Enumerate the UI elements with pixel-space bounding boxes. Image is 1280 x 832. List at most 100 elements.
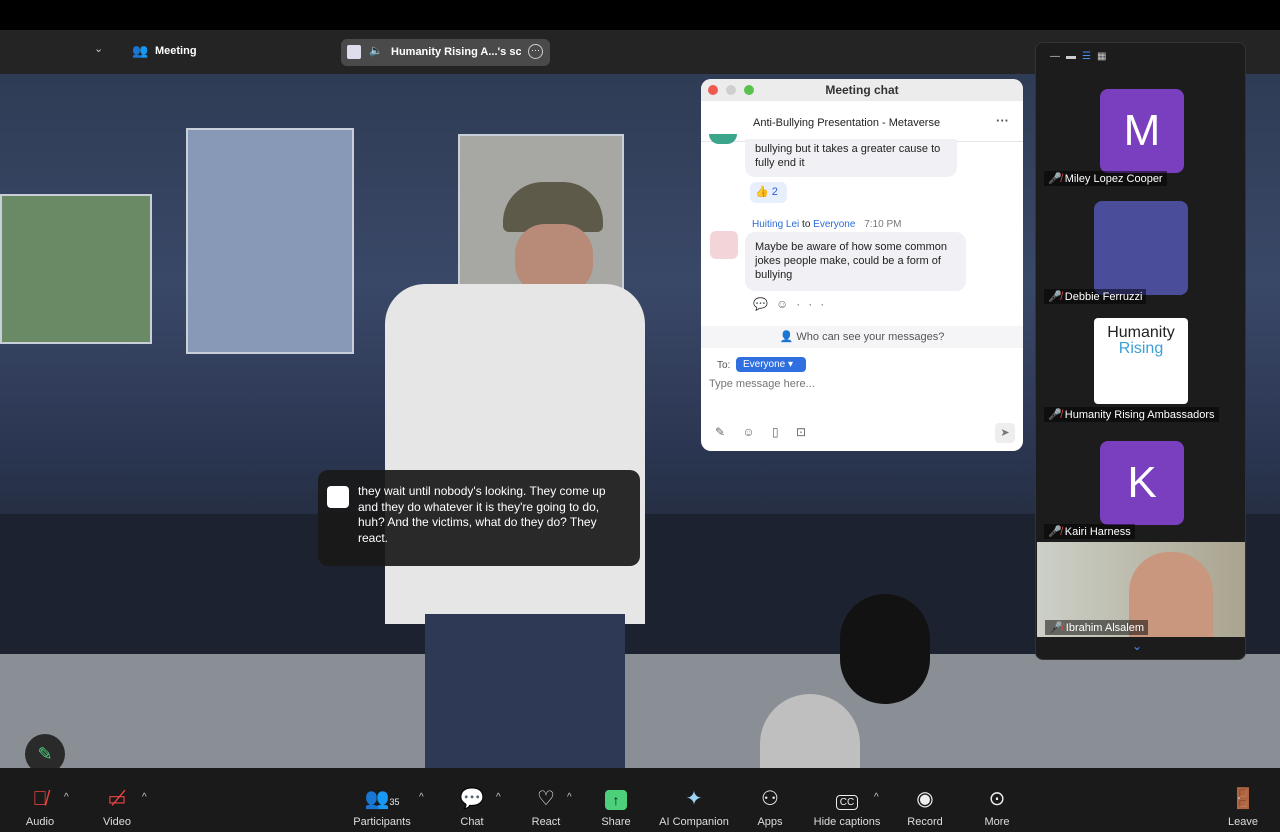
react-button[interactable]: ♡ React xyxy=(526,768,566,832)
gallery-view-icon[interactable]: ▦ xyxy=(1097,51,1112,62)
person-icon: 👤 xyxy=(779,331,794,343)
share-title: Humanity Rising A...'s scr xyxy=(391,46,521,58)
gallery-panel: —▬☰▦ M 🎤̸ Miley Lopez Cooper 🎤̸ Debbie F… xyxy=(1035,42,1246,660)
chat-icon: 💬 xyxy=(459,788,485,810)
screen-share-pill[interactable]: 🔈 Humanity Rising A...'s scr ··· xyxy=(341,39,550,66)
participants-options-caret[interactable]: ^ xyxy=(419,792,424,803)
chat-more-icon[interactable]: ··· xyxy=(996,113,1009,128)
participant-tile[interactable]: 🎤̸ Debbie Ferruzzi xyxy=(1036,200,1245,307)
emoji-icon[interactable]: ☺ xyxy=(742,425,754,439)
video-options-caret[interactable]: ^ xyxy=(142,792,147,803)
avatar: K xyxy=(1100,441,1184,525)
more-button[interactable]: ⊙ More xyxy=(977,768,1017,832)
file-icon[interactable]: ▯ xyxy=(772,425,779,439)
recipient-dropdown[interactable]: Everyone ▾ xyxy=(736,357,806,372)
video-button[interactable]: ▭̸ Video xyxy=(97,768,137,832)
caption-text: they wait until nobody's looking. They c… xyxy=(358,484,606,545)
leave-icon: 🚪 xyxy=(1230,788,1256,810)
record-button[interactable]: ◉ Record xyxy=(905,768,945,832)
muted-mic-icon: 🎙̸ xyxy=(32,788,48,810)
share-icon: ↑ xyxy=(596,783,636,815)
meeting-toolbar: 🎙̸ Audio ^ ▭̸ Video ^ 👥35 Participants ^ 💬 C… xyxy=(0,768,1280,832)
record-icon: ◉ xyxy=(916,788,934,810)
recipient-name: Everyone xyxy=(813,219,856,230)
add-reaction-icon[interactable]: ☺ xyxy=(776,297,796,311)
participant-tile[interactable]: 🎤̸ Ibrahim Alsalem xyxy=(1037,542,1245,637)
participant-tile[interactable]: K 🎤̸ Kairi Harness xyxy=(1036,435,1245,542)
recipient-value: Everyone xyxy=(743,359,786,370)
meeting-chat-window: Meeting chat Anti-Bullying Presentation … xyxy=(701,79,1023,451)
participant-tile[interactable]: Humanity Rising 🎤̸ Humanity Rising Ambass… xyxy=(1036,318,1245,425)
avatar: M xyxy=(1100,89,1184,173)
chat-window-title: Meeting chat xyxy=(825,83,899,97)
message-time: 7:10 PM xyxy=(864,219,902,230)
message-more-icon[interactable]: ··· xyxy=(796,297,832,311)
participant-name: 🎤̸ Miley Lopez Cooper xyxy=(1044,171,1167,186)
meeting-label[interactable]: Meeting xyxy=(155,45,197,57)
humanity-rising-movement-logo: Humanity Rising xyxy=(1094,318,1188,404)
reply-icon[interactable]: 💬 xyxy=(753,297,776,311)
meeting-icon: 👥 xyxy=(132,43,149,58)
reaction-count: 2 xyxy=(771,186,778,198)
audio-button[interactable]: 🎙̸ Audio xyxy=(20,768,60,832)
audio-options-caret[interactable]: ^ xyxy=(64,792,69,803)
speaker-view-icon[interactable]: ▬ xyxy=(1066,51,1082,62)
poster xyxy=(0,194,152,344)
avatar xyxy=(710,231,738,259)
sender-name[interactable]: Huiting Lei xyxy=(752,219,799,230)
message-header: Huiting Lei to Everyone 7:10 PM xyxy=(752,219,901,230)
cc-icon: CC xyxy=(810,783,884,815)
captions-options-caret[interactable]: ^ xyxy=(874,792,879,803)
strip-view-icon[interactable]: ☰ xyxy=(1082,51,1097,62)
chat-message-bubble: Maybe be aware of how some common jokes … xyxy=(745,232,966,291)
closed-caption: they wait until nobody's looking. They c… xyxy=(318,470,640,566)
chat-button[interactable]: 💬 Chat xyxy=(452,768,492,832)
reaction-badge[interactable]: 👍 2 xyxy=(750,182,787,203)
chat-channel-name: Anti-Bullying Presentation - Metaverse xyxy=(753,117,941,129)
apps-icon: ⚇ xyxy=(761,788,779,810)
to-word: to xyxy=(802,219,811,230)
participant-name: 🎤̸ Ibrahim Alsalem xyxy=(1045,620,1149,635)
annotate-pencil-button[interactable]: ✎ xyxy=(25,734,65,768)
privacy-text: Who can see your messages? xyxy=(796,331,945,343)
thumbs-up-icon: 👍 xyxy=(755,186,769,198)
participants-button[interactable]: 👥35 Participants xyxy=(350,768,414,832)
participant-name: 🎤̸ Kairi Harness xyxy=(1044,524,1135,539)
chat-message-bubble: bullying but it takes a greater cause to… xyxy=(745,139,957,177)
close-chat-button[interactable] xyxy=(708,85,718,95)
chat-message-input[interactable] xyxy=(709,378,1009,390)
video-off-icon: ▭̸ xyxy=(107,788,127,810)
privacy-notice[interactable]: 👤 Who can see your messages? xyxy=(701,326,1023,348)
react-options-caret[interactable]: ^ xyxy=(567,792,572,803)
avatar xyxy=(709,134,737,144)
minimize-view-icon[interactable]: — xyxy=(1050,51,1066,62)
participants-count: 35 xyxy=(389,797,400,807)
apps-button[interactable]: ⚇ Apps xyxy=(750,768,790,832)
hide-captions-button[interactable]: CC Hide captions xyxy=(810,768,884,832)
share-thumbnail-icon xyxy=(347,45,361,59)
caption-speaker-logo xyxy=(327,486,349,508)
chat-titlebar: Meeting chat xyxy=(701,79,1023,101)
ai-companion-button[interactable]: ✦ AI Companion xyxy=(656,768,732,832)
poster xyxy=(186,128,354,354)
scroll-down-chevron-icon[interactable]: ⌄ xyxy=(1132,639,1142,653)
participant-tile[interactable]: M 🎤̸ Miley Lopez Cooper xyxy=(1036,83,1245,190)
participants-icon: 👥 xyxy=(364,788,390,810)
screenshot-icon[interactable]: ⊡ xyxy=(796,425,806,439)
chat-options-caret[interactable]: ^ xyxy=(496,792,501,803)
to-label: To: xyxy=(717,360,731,371)
leave-button[interactable]: 🚪 Leave xyxy=(1223,768,1263,832)
humanity-rising-logo xyxy=(1094,201,1188,295)
chevron-down-icon[interactable]: ⌄ xyxy=(94,42,103,55)
format-text-icon[interactable]: ✎ xyxy=(715,425,725,439)
minimize-chat-button[interactable] xyxy=(726,85,736,95)
speaker-icon: 🔈 xyxy=(369,45,383,57)
sparkle-icon: ✦ xyxy=(685,788,703,810)
heart-icon: ♡ xyxy=(537,788,555,810)
more-icon: ⊙ xyxy=(988,788,1006,810)
participant-name: 🎤̸ Humanity Rising Ambassadors xyxy=(1044,407,1219,422)
maximize-chat-button[interactable] xyxy=(744,85,754,95)
more-options-icon[interactable]: ··· xyxy=(528,44,543,59)
send-button[interactable]: ➤ xyxy=(995,423,1015,443)
share-button[interactable]: ↑ Share xyxy=(596,768,636,832)
